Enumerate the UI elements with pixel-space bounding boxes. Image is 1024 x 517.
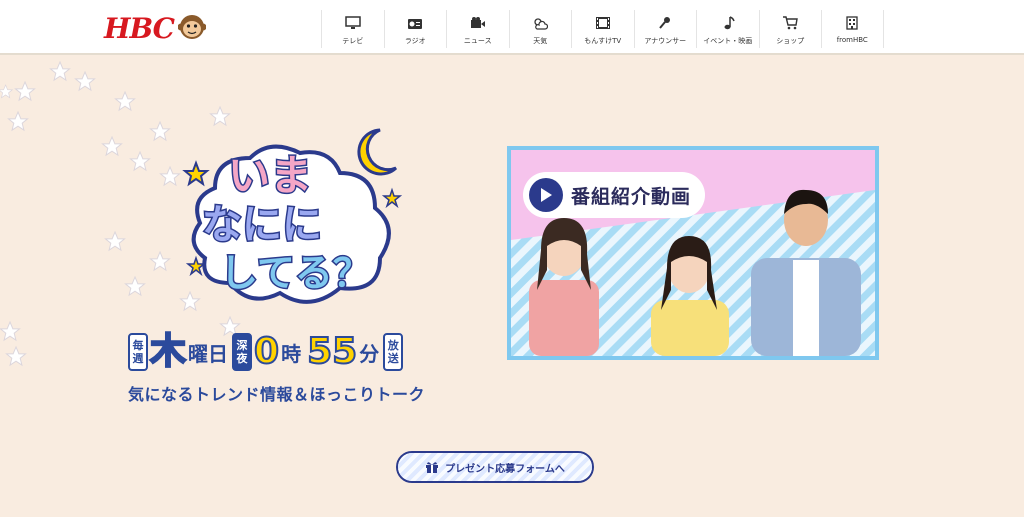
nav-label: 天気	[533, 37, 548, 45]
film-icon	[595, 17, 610, 29]
nav-label: ニュース	[463, 37, 492, 45]
video-title: 番組紹介動画	[571, 185, 692, 208]
broadcast-badge: 放 送	[383, 333, 404, 371]
program-intro-video[interactable]: 番組紹介動画	[507, 146, 879, 360]
badge-char: 週	[132, 352, 144, 365]
present-form-button[interactable]: プレゼント応募フォームへ	[396, 451, 594, 483]
broadcast-schedule: 毎 週 木 曜日 深 夜 0 時 55 分 放 送	[128, 331, 404, 373]
hbc-logo[interactable]: HBC	[104, 12, 207, 45]
nav-label: もんすけTV	[584, 37, 622, 45]
microphone-icon	[659, 17, 671, 29]
program-tagline: 気になるトレンド情報＆ほっこりトーク	[128, 385, 426, 404]
nav-item-radio[interactable]: ラジオ	[383, 10, 447, 48]
badge-char: 毎	[132, 339, 144, 352]
nav-label: アナウンサー	[644, 37, 687, 45]
nav-item-shop[interactable]: ショップ	[758, 10, 822, 48]
nav-item-tv[interactable]: テレビ	[321, 10, 384, 48]
nav-item-weather[interactable]: 天気	[508, 10, 572, 48]
present-button-label: プレゼント応募フォームへ	[445, 463, 565, 475]
nav-item-from-hbc[interactable]: fromHBC	[821, 10, 884, 48]
music-note-icon	[724, 16, 735, 30]
site-header: HBC テレビ ラジオ ニュース 天気 もんすけTV アナウンサー イベント・映…	[0, 0, 1024, 55]
badge-char: 夜	[236, 352, 248, 365]
global-nav: テレビ ラジオ ニュース 天気 もんすけTV アナウンサー イベント・映画 ショ…	[321, 10, 884, 48]
title-line-1: いま	[228, 151, 312, 200]
schedule-day: 木	[149, 331, 187, 373]
schedule-hour: 0	[253, 331, 280, 373]
tv-icon	[345, 16, 361, 29]
nav-label: テレビ	[342, 37, 364, 45]
nav-item-announcer[interactable]: アナウンサー	[633, 10, 697, 48]
gift-icon	[426, 462, 439, 473]
nav-label: ショップ	[776, 37, 805, 45]
badge-char: 送	[387, 352, 399, 365]
title-line-3: してる？	[220, 251, 371, 295]
video-title-pill: 番組紹介動画	[525, 174, 704, 216]
video-camera-icon	[470, 17, 485, 28]
late-night-badge: 深 夜	[232, 333, 253, 371]
nav-item-event-movie[interactable]: イベント・映画	[696, 10, 759, 48]
weekly-badge: 毎 週	[128, 333, 148, 371]
schedule-day-suffix: 曜日	[188, 341, 229, 366]
play-icon[interactable]	[529, 178, 563, 212]
nav-label: ラジオ	[404, 37, 426, 45]
schedule-minute: 55	[306, 331, 358, 373]
monkey-mascot-icon	[177, 14, 207, 44]
badge-char: 放	[387, 339, 399, 352]
schedule-minute-unit: 分	[359, 341, 380, 366]
badge-char: 深	[236, 339, 248, 352]
logo-text: HBC	[104, 12, 175, 45]
nav-item-news[interactable]: ニュース	[446, 10, 509, 48]
weather-icon	[534, 18, 549, 30]
nav-label: イベント・映画	[703, 37, 753, 45]
building-icon	[846, 16, 858, 30]
program-title-logo: いま なにに してる？	[180, 118, 410, 322]
radio-icon	[408, 19, 423, 29]
title-line-2: なにに	[202, 202, 322, 248]
schedule-hour-unit: 時	[281, 341, 302, 366]
cart-icon	[783, 16, 799, 30]
nav-item-monsuke-tv[interactable]: もんすけTV	[571, 10, 634, 48]
nav-label: fromHBC	[836, 36, 868, 44]
